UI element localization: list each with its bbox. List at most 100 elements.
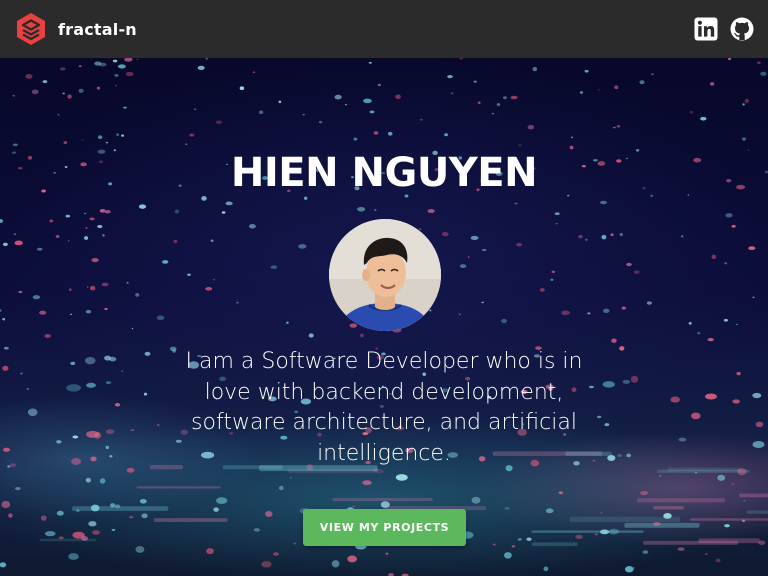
particle [49, 219, 54, 223]
particle [471, 496, 481, 504]
particle [735, 323, 738, 326]
particle [659, 475, 662, 477]
particle [459, 58, 463, 60]
particle [85, 227, 88, 229]
light-streak [656, 469, 750, 473]
particle [630, 375, 639, 383]
particle [578, 234, 583, 239]
particle [70, 313, 73, 315]
particle [143, 392, 148, 396]
particle [571, 136, 574, 139]
particle [511, 545, 516, 548]
particle [731, 483, 735, 486]
particle [57, 113, 60, 116]
particle [213, 507, 219, 512]
particle [516, 243, 523, 247]
particle [87, 286, 89, 288]
particle [709, 82, 715, 86]
particle [42, 80, 48, 84]
particle [496, 103, 501, 106]
linkedin-icon[interactable] [694, 17, 718, 41]
particle [94, 61, 102, 66]
particle [561, 310, 570, 316]
particle [0, 562, 7, 568]
particle [39, 310, 47, 315]
particle [728, 58, 732, 61]
particle [575, 534, 583, 539]
particle [63, 141, 68, 144]
particle [395, 474, 408, 481]
particle [318, 121, 323, 124]
particle [467, 256, 470, 258]
particle [265, 511, 273, 517]
particle [545, 508, 554, 514]
particle [554, 212, 560, 216]
particle [704, 553, 708, 555]
particle [585, 238, 588, 241]
particle [111, 528, 116, 531]
light-streak [136, 486, 221, 489]
view-projects-button[interactable]: VIEW MY PROJECTS [303, 509, 466, 546]
light-streak [624, 522, 700, 528]
particle [89, 285, 96, 291]
particle [81, 139, 84, 141]
particle [44, 530, 56, 537]
particle [441, 231, 449, 237]
particle [587, 312, 591, 315]
particle [84, 212, 87, 215]
particle [555, 223, 558, 225]
light-streak [746, 510, 768, 514]
particle [504, 552, 512, 559]
particle [205, 58, 208, 60]
particle [604, 423, 610, 427]
particle [139, 499, 147, 504]
particle [9, 463, 17, 468]
particle [135, 545, 145, 553]
particle [138, 204, 147, 209]
particle [31, 89, 39, 95]
particle [2, 318, 6, 321]
particle [86, 430, 100, 438]
particle [752, 392, 762, 399]
brand-name: fractal-n [58, 19, 137, 39]
particle [193, 108, 197, 110]
brand-link[interactable]: fractal-n [14, 12, 137, 46]
particle [201, 196, 207, 201]
particle [459, 264, 467, 269]
particle [626, 262, 632, 267]
particle [678, 437, 687, 442]
particle [621, 306, 626, 310]
particle [156, 423, 160, 427]
particle [477, 101, 481, 105]
particle [104, 307, 108, 311]
particle [289, 476, 292, 479]
particle [25, 74, 33, 79]
particle [125, 71, 134, 77]
particle [293, 542, 297, 545]
particle [711, 254, 717, 260]
particle [174, 209, 180, 214]
particle [610, 233, 614, 236]
particle [616, 125, 621, 128]
particle [278, 100, 282, 104]
particle [732, 399, 740, 404]
particle [124, 58, 133, 62]
particle [86, 382, 96, 388]
particle [126, 281, 129, 284]
particle [225, 201, 233, 206]
particle [62, 92, 65, 95]
particle [32, 295, 41, 300]
particle [14, 240, 23, 246]
particle [569, 145, 574, 150]
particle [602, 381, 615, 388]
particle [78, 88, 84, 93]
light-streak [653, 506, 684, 510]
particle [252, 71, 256, 73]
github-icon[interactable] [730, 17, 754, 41]
particle [344, 104, 347, 106]
particle [131, 327, 134, 330]
particle [334, 94, 342, 100]
particle [352, 505, 356, 508]
particle [632, 567, 635, 569]
light-streak [39, 538, 97, 542]
